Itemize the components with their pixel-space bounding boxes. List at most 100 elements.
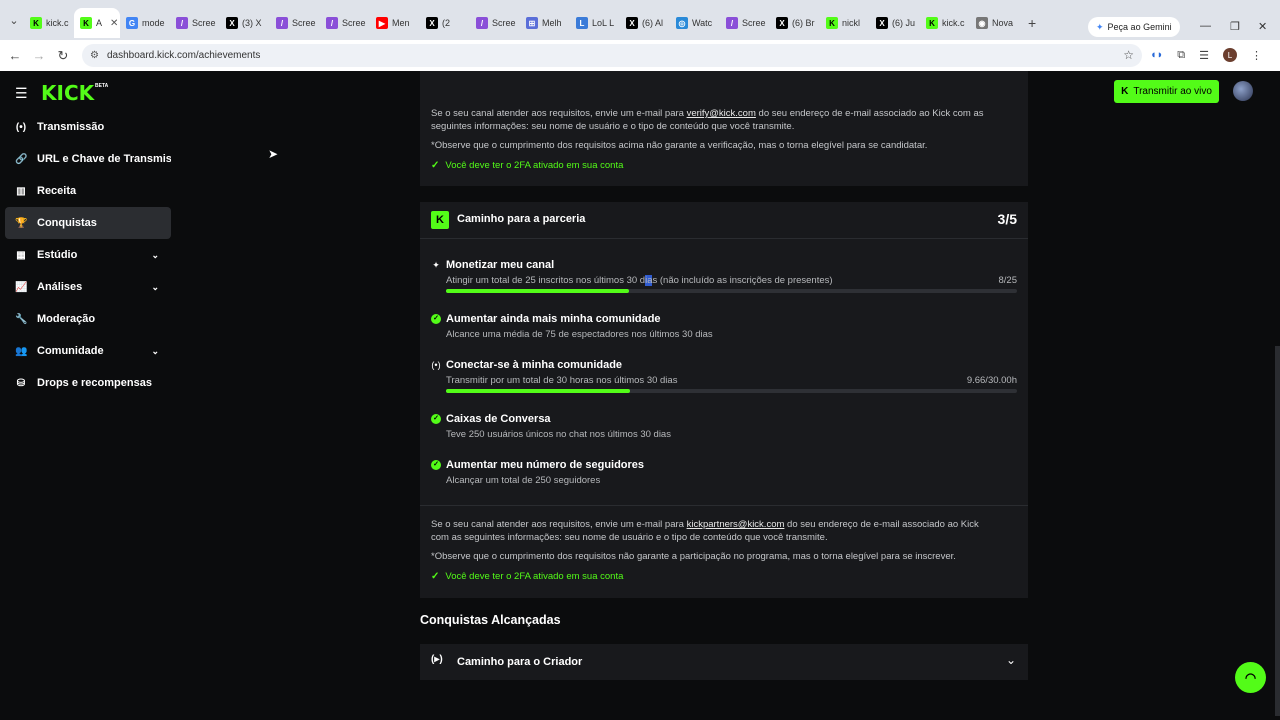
tab-favicon-icon: X bbox=[226, 17, 238, 29]
browser-tab[interactable]: Kkick.c bbox=[920, 8, 970, 38]
sidebar-item-label: Comunidade bbox=[37, 345, 104, 357]
browser-tab[interactable]: K A ✕ bbox=[74, 8, 120, 38]
verify-note: *Observe que o cumprimento dos requisito… bbox=[431, 140, 928, 151]
tab-label: Scree bbox=[292, 18, 316, 28]
tab-label: LoL L bbox=[592, 18, 615, 28]
tab-favicon-icon: ⊞ bbox=[526, 17, 538, 29]
tab-favicon-icon: G bbox=[126, 17, 138, 29]
puzzle-icon[interactable]: ⧉ bbox=[1177, 49, 1185, 62]
sidebar-item-drops[interactable]: ⛁ Drops e recompensas bbox=[5, 367, 171, 399]
support-chat-button[interactable]: ◠ bbox=[1235, 662, 1266, 693]
browser-tab[interactable]: / Scree bbox=[170, 8, 220, 38]
browser-tab[interactable]: Kkick.c bbox=[24, 8, 74, 38]
reload-icon[interactable]: ↻ bbox=[51, 48, 75, 64]
gemini-button[interactable]: ✦ Peça ao Gemini bbox=[1088, 17, 1180, 37]
sidebar-item-label: Estúdio bbox=[37, 249, 78, 261]
browser-tab[interactable]: ▶ Men bbox=[370, 8, 420, 38]
sidebar-item-link[interactable]: 🔗 URL e Chave de Transmissão bbox=[5, 143, 171, 175]
sidebar-item-studio[interactable]: ▦ Estúdio ⌄ bbox=[5, 239, 171, 271]
drops-icon: ⛁ bbox=[16, 377, 26, 389]
browser-tab[interactable]: / Scree bbox=[470, 8, 520, 38]
restore-icon[interactable]: ❐ bbox=[1230, 20, 1240, 33]
chevron-down-icon[interactable]: ⌄ bbox=[151, 250, 159, 261]
minimize-icon[interactable]: — bbox=[1200, 20, 1211, 32]
tab-label: Scree bbox=[342, 18, 366, 28]
new-tab-button[interactable]: + bbox=[1028, 15, 1036, 31]
kick-k-icon: K bbox=[1121, 86, 1129, 97]
chevron-down-icon[interactable]: ⌄ bbox=[1006, 653, 1016, 667]
verify-instructions: Se o seu canal atender aos requisitos, e… bbox=[431, 108, 984, 132]
browser-tab[interactable]: / Scree bbox=[720, 8, 770, 38]
kick-logo[interactable]: KICK bbox=[41, 81, 94, 105]
address-bar: ← → ↻ ⚙ dashboard.kick.com/achievements … bbox=[0, 40, 1280, 71]
requirement-monetize: ✦ Monetizar meu canal Atingir um total d… bbox=[431, 259, 1017, 295]
browser-tab[interactable]: X (6) Br bbox=[770, 8, 820, 38]
tab-favicon-icon: ◉ bbox=[976, 17, 988, 29]
chevron-down-icon[interactable]: ⌄ bbox=[151, 282, 159, 293]
browser-tab[interactable]: ◉ Nova bbox=[970, 8, 1020, 38]
browser-tab[interactable]: / Scree bbox=[270, 8, 320, 38]
tab-close-icon[interactable]: ✕ bbox=[110, 18, 118, 29]
sidebar-item-community[interactable]: 👥 Comunidade ⌄ bbox=[5, 335, 171, 367]
requirement-value: 9.66/30.00h bbox=[966, 375, 1017, 386]
sidebar-item-label: URL e Chave de Transmissão bbox=[37, 153, 171, 165]
browser-tab[interactable]: X (6) Al bbox=[620, 8, 670, 38]
browser-tab[interactable]: Knickl bbox=[820, 8, 870, 38]
sidebar-item-label: Transmissão bbox=[37, 121, 105, 133]
menu-icon[interactable]: ☰ bbox=[15, 85, 28, 102]
browser-tab[interactable]: ◎ Watc bbox=[670, 8, 720, 38]
progress-bar bbox=[446, 289, 1017, 293]
twofa-status: ✓ Você deve ter o 2FA ativado em sua cont… bbox=[431, 160, 624, 171]
reading-list-icon[interactable]: ☰ bbox=[1199, 49, 1209, 62]
close-window-icon[interactable]: ✕ bbox=[1258, 20, 1267, 33]
sidebar-item-label: Conquistas bbox=[37, 217, 97, 229]
browser-tab[interactable]: X (2 bbox=[420, 8, 470, 38]
user-avatar[interactable] bbox=[1233, 81, 1253, 101]
site-info-icon[interactable]: ⚙ bbox=[90, 50, 99, 61]
browser-tab[interactable]: / Scree bbox=[320, 8, 370, 38]
url-input[interactable]: ⚙ dashboard.kick.com/achievements ☆ bbox=[82, 44, 1142, 67]
scrollbar[interactable] bbox=[1275, 346, 1280, 716]
sidebar-item-label: Receita bbox=[37, 185, 77, 197]
tab-favicon-icon: X bbox=[426, 17, 438, 29]
sidebar-item-trophy[interactable]: 🏆 Conquistas bbox=[5, 207, 171, 239]
kick-badge-icon: K bbox=[431, 211, 449, 229]
go-live-button[interactable]: K Transmitir ao vivo bbox=[1114, 80, 1219, 103]
browser-tab[interactable]: X (6) Ju bbox=[870, 8, 920, 38]
browser-tab[interactable]: X (3) X bbox=[220, 8, 270, 38]
sidebar-item-wrench[interactable]: 🔧 Moderação bbox=[5, 303, 171, 335]
browser-tab[interactable]: Gmode bbox=[120, 8, 170, 38]
partner-email-link[interactable]: kickpartners@kick.com bbox=[687, 519, 785, 530]
tab-label: (6) Ju bbox=[892, 18, 916, 28]
requirement-followers: ✓ Aumentar meu número de seguidores Alca… bbox=[431, 459, 1017, 489]
tab-label: (3) X bbox=[242, 18, 262, 28]
forward-icon[interactable]: → bbox=[27, 48, 51, 63]
verify-email-link[interactable]: verify@kick.com bbox=[687, 108, 756, 119]
extension-icon[interactable]: ◖◗ bbox=[1150, 49, 1163, 61]
chevron-down-icon[interactable]: ⌄ bbox=[151, 346, 159, 357]
tab-label: (2 bbox=[442, 18, 451, 28]
twofa-status: ✓ Você deve ter o 2FA ativado em sua cont… bbox=[431, 571, 624, 582]
sidebar-item-label: Moderação bbox=[37, 313, 96, 325]
extension-area: ◖◗ ⧉ ☰ L ⋮ bbox=[1150, 48, 1262, 62]
browser-tab[interactable]: ⊞ Melh bbox=[520, 8, 570, 38]
back-icon[interactable]: ← bbox=[3, 48, 27, 63]
more-menu-icon[interactable]: ⋮ bbox=[1251, 49, 1262, 62]
browser-tab[interactable]: L LoL L bbox=[570, 8, 620, 38]
tab-label: Scree bbox=[492, 18, 516, 28]
tab-favicon-icon: K bbox=[30, 17, 42, 29]
beta-label: BETA bbox=[95, 83, 109, 89]
tab-favicon-icon: ◎ bbox=[676, 17, 688, 29]
sidebar-item-broadcast[interactable]: (•) Transmissão bbox=[5, 111, 171, 143]
sidebar-item-chart[interactable]: ▥ Receita bbox=[5, 175, 171, 207]
headset-icon: ◠ bbox=[1244, 669, 1257, 685]
creator-path-accordion[interactable]: (▸) Caminho para o Criador ⌄ bbox=[420, 644, 1028, 680]
browser-tab-strip: ⌄ Kkick.c K A ✕ Gmode / Scree X (3) X / Scree / Scre… bbox=[0, 0, 1280, 40]
profile-avatar[interactable]: L bbox=[1223, 48, 1238, 62]
tab-label: Nova bbox=[992, 18, 1014, 28]
sidebar-item-analytics[interactable]: 📈 Análises ⌄ bbox=[5, 271, 171, 303]
bookmark-star-icon[interactable]: ☆ bbox=[1123, 48, 1134, 62]
tab-label: Men bbox=[392, 18, 410, 28]
tab-search-icon[interactable]: ⌄ bbox=[4, 10, 24, 30]
tab-favicon-icon: / bbox=[476, 17, 488, 29]
